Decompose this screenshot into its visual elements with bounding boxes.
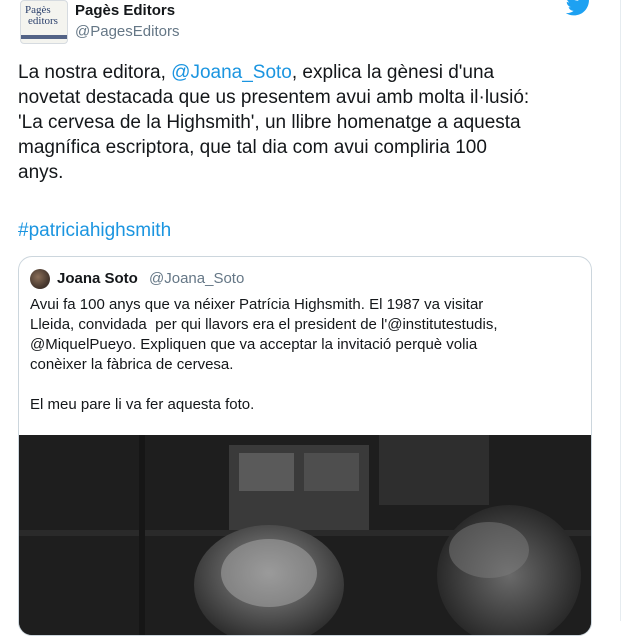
avatar-logo: Pagès editors: [25, 4, 58, 27]
avatar[interactable]: Pagès editors: [20, 0, 68, 44]
tweet-text-start: La nostra editora,: [18, 62, 172, 83]
avatar-stripe: [21, 35, 67, 39]
user-handle[interactable]: @PagesEditors: [75, 23, 179, 40]
quoted-tweet-card[interactable]: Joana Soto @Joana_Soto Avui fa 100 anys …: [18, 256, 592, 636]
quoted-tweet-text: Avui fa 100 anys que va néixer Patrícia …: [30, 296, 498, 413]
hashtag-link[interactable]: #patriciahighsmith: [18, 220, 171, 242]
quoted-photo[interactable]: [19, 435, 591, 635]
photo-image: [19, 435, 591, 635]
quoted-display-name[interactable]: Joana Soto: [57, 270, 138, 287]
twitter-bird-icon[interactable]: [566, 0, 592, 16]
tweet-text: La nostra editora, @Joana_Soto, explica …: [18, 60, 600, 185]
quoted-handle[interactable]: @Joana_Soto: [149, 270, 244, 287]
tweet-header: Pagès editors Pagès Editors @PagesEditor…: [20, 0, 600, 48]
display-name[interactable]: Pagès Editors: [75, 2, 175, 19]
quoted-avatar[interactable]: [30, 269, 50, 289]
mention-link[interactable]: @Joana_Soto: [171, 62, 292, 83]
